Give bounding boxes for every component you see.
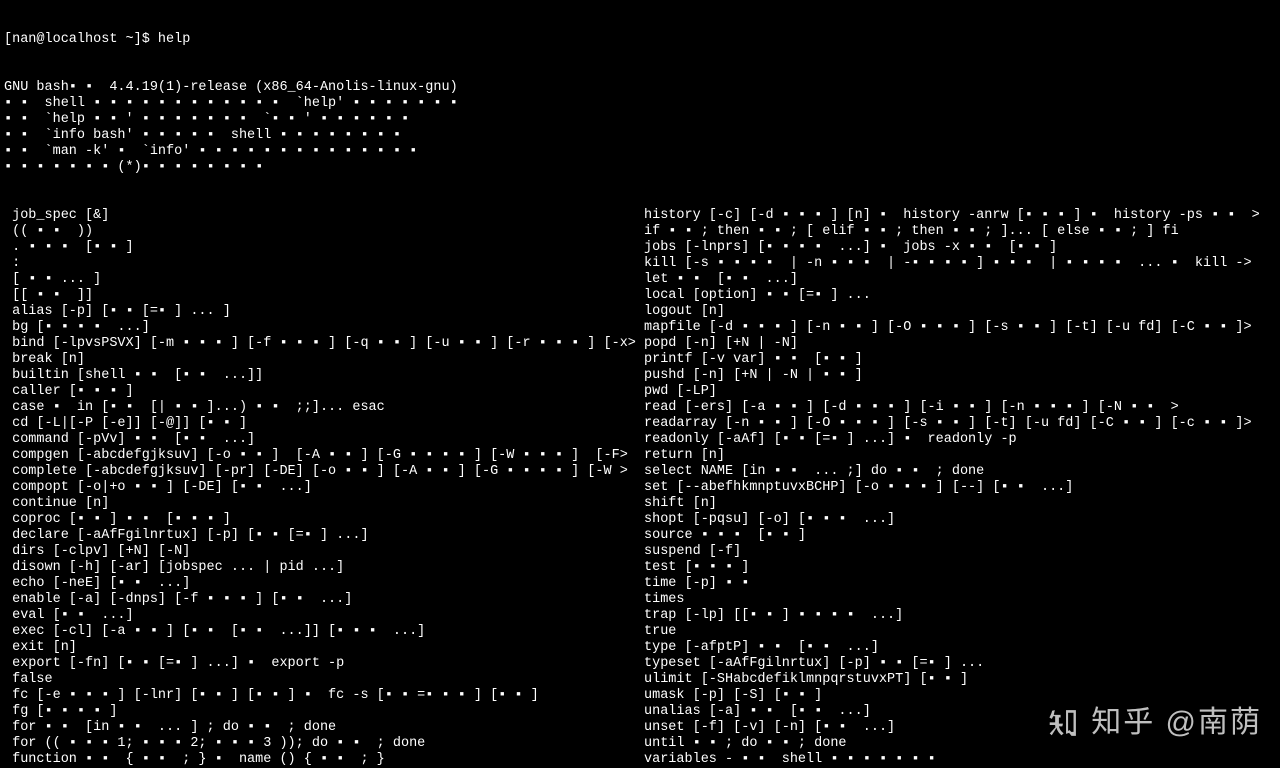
terminal-line: for ▪ ▪ [in ▪ ▪ ... ] ; do ▪ ▪ ; done — [4, 720, 644, 736]
terminal-line: time [-p] ▪ ▪ — [644, 576, 1276, 592]
help-header: GNU bash▪ ▪ 4.4.19(1)-release (x86_64-An… — [4, 80, 1276, 176]
terminal-line: function ▪ ▪ { ▪ ▪ ; } ▪ name () { ▪ ▪ ;… — [4, 752, 644, 768]
terminal-line: enable [-a] [-dnps] [-f ▪ ▪ ▪ ] [▪ ▪ ...… — [4, 592, 644, 608]
terminal-line: pushd [-n] [+N | -N | ▪ ▪ ] — [644, 368, 1276, 384]
terminal-line: ▪ ▪ ▪ ▪ ▪ ▪ ▪ (*)▪ ▪ ▪ ▪ ▪ ▪ ▪ ▪ — [4, 160, 1276, 176]
prompt-line-1: [nan@localhost ~]$ help — [4, 32, 1276, 48]
terminal-line: true — [644, 624, 1276, 640]
terminal-line: compgen [-abcdefgjksuv] [-o ▪ ▪ ] [-A ▪ … — [4, 448, 644, 464]
terminal-line: readonly [-aAf] [▪ ▪ [=▪ ] ...] ▪ readon… — [644, 432, 1276, 448]
help-builtins-columns: job_spec [&] (( ▪ ▪ )) . ▪ ▪ ▪ [▪ ▪ ] : … — [4, 208, 1276, 768]
terminal-line: GNU bash▪ ▪ 4.4.19(1)-release (x86_64-An… — [4, 80, 1276, 96]
terminal-line: ▪ ▪ `man -k' ▪ `info' ▪ ▪ ▪ ▪ ▪ ▪ ▪ ▪ ▪ … — [4, 144, 1276, 160]
terminal-line: caller [▪ ▪ ▪ ] — [4, 384, 644, 400]
terminal-line: unalias [-a] ▪ ▪ [▪ ▪ ...] — [644, 704, 1276, 720]
terminal-line: pwd [-LP] — [644, 384, 1276, 400]
terminal-line: history [-c] [-d ▪ ▪ ▪ ] [n] ▪ history -… — [644, 208, 1276, 224]
terminal-line: variables - ▪ ▪ shell ▪ ▪ ▪ ▪ ▪ ▪ ▪ — [644, 752, 1276, 768]
terminal-line: test [▪ ▪ ▪ ] — [644, 560, 1276, 576]
terminal-line: bind [-lpvsPSVX] [-m ▪ ▪ ▪ ] [-f ▪ ▪ ▪ ]… — [4, 336, 644, 352]
terminal-line: ▪ ▪ `help ▪ ▪ ' ▪ ▪ ▪ ▪ ▪ ▪ ▪ `▪ ▪ ' ▪ ▪… — [4, 112, 1276, 128]
terminal-line: exit [n] — [4, 640, 644, 656]
terminal-line: umask [-p] [-S] [▪ ▪ ] — [644, 688, 1276, 704]
terminal-line: continue [n] — [4, 496, 644, 512]
terminal-line: case ▪ in [▪ ▪ [| ▪ ▪ ]...) ▪ ▪ ;;]... e… — [4, 400, 644, 416]
terminal-line: compopt [-o|+o ▪ ▪ ] [-DE] [▪ ▪ ...] — [4, 480, 644, 496]
terminal-line: false — [4, 672, 644, 688]
terminal-line: : — [4, 256, 644, 272]
terminal-line: shopt [-pqsu] [-o] [▪ ▪ ▪ ...] — [644, 512, 1276, 528]
terminal-line: fg [▪ ▪ ▪ ▪ ] — [4, 704, 644, 720]
terminal-line: coproc [▪ ▪ ] ▪ ▪ [▪ ▪ ▪ ] — [4, 512, 644, 528]
terminal-line: trap [-lp] [[▪ ▪ ] ▪ ▪ ▪ ▪ ...] — [644, 608, 1276, 624]
terminal-line: ▪ ▪ shell ▪ ▪ ▪ ▪ ▪ ▪ ▪ ▪ ▪ ▪ ▪ ▪ `help'… — [4, 96, 1276, 112]
terminal-line: shift [n] — [644, 496, 1276, 512]
terminal-line: disown [-h] [-ar] [jobspec ... | pid ...… — [4, 560, 644, 576]
terminal-line: logout [n] — [644, 304, 1276, 320]
terminal-line: . ▪ ▪ ▪ [▪ ▪ ] — [4, 240, 644, 256]
terminal-line: source ▪ ▪ ▪ [▪ ▪ ] — [644, 528, 1276, 544]
terminal-line: [ ▪ ▪ ... ] — [4, 272, 644, 288]
terminal-line: dirs [-clpv] [+N] [-N] — [4, 544, 644, 560]
terminal-line: readarray [-n ▪ ▪ ] [-O ▪ ▪ ▪ ] [-s ▪ ▪ … — [644, 416, 1276, 432]
terminal-line: command [-pVv] ▪ ▪ [▪ ▪ ...] — [4, 432, 644, 448]
terminal-line: unset [-f] [-v] [-n] [▪ ▪ ...] — [644, 720, 1276, 736]
terminal-line: set [--abefhkmnptuvxBCHP] [-o ▪ ▪ ▪ ] [-… — [644, 480, 1276, 496]
terminal-line: let ▪ ▪ [▪ ▪ ...] — [644, 272, 1276, 288]
terminal-line: ulimit [-SHabcdefiklmnpqrstuvxPT] [▪ ▪ ] — [644, 672, 1276, 688]
help-column-right: history [-c] [-d ▪ ▪ ▪ ] [n] ▪ history -… — [644, 208, 1276, 768]
terminal-line: eval [▪ ▪ ...] — [4, 608, 644, 624]
terminal-line: exec [-cl] [-a ▪ ▪ ] [▪ ▪ [▪ ▪ ...]] [▪ … — [4, 624, 644, 640]
terminal-line: export [-fn] [▪ ▪ [=▪ ] ...] ▪ export -p — [4, 656, 644, 672]
terminal-line: job_spec [&] — [4, 208, 644, 224]
terminal-line: jobs [-lnprs] [▪ ▪ ▪ ▪ ...] ▪ jobs -x ▪ … — [644, 240, 1276, 256]
terminal-line: select NAME [in ▪ ▪ ... ;] do ▪ ▪ ; done — [644, 464, 1276, 480]
terminal-line: complete [-abcdefgjksuv] [-pr] [-DE] [-o… — [4, 464, 644, 480]
terminal-line: cd [-L|[-P [-e]] [-@]] [▪ ▪ ] — [4, 416, 644, 432]
terminal-line: times — [644, 592, 1276, 608]
terminal-line: ▪ ▪ `info bash' ▪ ▪ ▪ ▪ ▪ shell ▪ ▪ ▪ ▪ … — [4, 128, 1276, 144]
terminal-line: alias [-p] [▪ ▪ [=▪ ] ... ] — [4, 304, 644, 320]
terminal-line: break [n] — [4, 352, 644, 368]
terminal-line: until ▪ ▪ ; do ▪ ▪ ; done — [644, 736, 1276, 752]
terminal-line: fc [-e ▪ ▪ ▪ ] [-lnr] [▪ ▪ ] [▪ ▪ ] ▪ fc… — [4, 688, 644, 704]
terminal-line: if ▪ ▪ ; then ▪ ▪ ; [ elif ▪ ▪ ; then ▪ … — [644, 224, 1276, 240]
terminal-line: popd [-n] [+N | -N] — [644, 336, 1276, 352]
help-column-left: job_spec [&] (( ▪ ▪ )) . ▪ ▪ ▪ [▪ ▪ ] : … — [4, 208, 644, 768]
terminal-line: type [-afptP] ▪ ▪ [▪ ▪ ...] — [644, 640, 1276, 656]
terminal-line: suspend [-f] — [644, 544, 1276, 560]
terminal-line: [[ ▪ ▪ ]] — [4, 288, 644, 304]
terminal-line: mapfile [-d ▪ ▪ ▪ ] [-n ▪ ▪ ] [-O ▪ ▪ ▪ … — [644, 320, 1276, 336]
terminal-line: kill [-s ▪ ▪ ▪ ▪ | -n ▪ ▪ ▪ | -▪ ▪ ▪ ▪ ]… — [644, 256, 1276, 272]
terminal-line: local [option] ▪ ▪ [=▪ ] ... — [644, 288, 1276, 304]
terminal-line: declare [-aAfFgilnrtux] [-p] [▪ ▪ [=▪ ] … — [4, 528, 644, 544]
terminal-line: builtin [shell ▪ ▪ [▪ ▪ ...]] — [4, 368, 644, 384]
terminal-line: bg [▪ ▪ ▪ ▪ ...] — [4, 320, 644, 336]
terminal-line: return [n] — [644, 448, 1276, 464]
terminal[interactable]: [nan@localhost ~]$ help GNU bash▪ ▪ 4.4.… — [0, 0, 1280, 768]
terminal-line: (( ▪ ▪ )) — [4, 224, 644, 240]
terminal-line: for (( ▪ ▪ ▪ 1; ▪ ▪ ▪ 2; ▪ ▪ ▪ 3 )); do … — [4, 736, 644, 752]
terminal-line: echo [-neE] [▪ ▪ ...] — [4, 576, 644, 592]
terminal-line: printf [-v var] ▪ ▪ [▪ ▪ ] — [644, 352, 1276, 368]
terminal-line: read [-ers] [-a ▪ ▪ ] [-d ▪ ▪ ▪ ] [-i ▪ … — [644, 400, 1276, 416]
terminal-line: typeset [-aAfFgilnrtux] [-p] ▪ ▪ [=▪ ] .… — [644, 656, 1276, 672]
